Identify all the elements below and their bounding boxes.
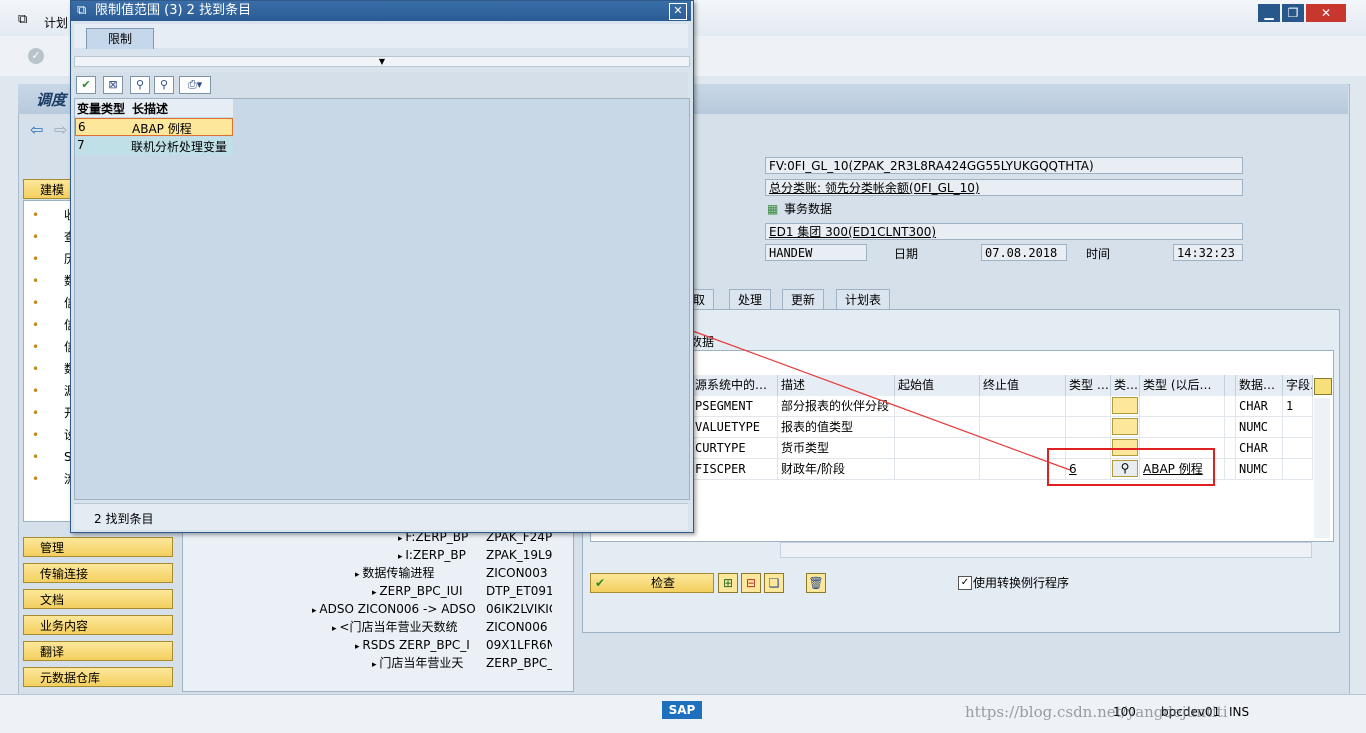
dialog-status-text: 2 找到条目 — [94, 512, 154, 526]
arrow-thin-line — [689, 329, 1071, 471]
dialog-status-bar: 2 找到条目 — [74, 503, 688, 530]
find-next-icon[interactable]: ⚲ — [154, 76, 174, 94]
dialog-icon: ⧉ — [77, 3, 87, 18]
col-long-description[interactable]: 长描述 — [132, 100, 168, 117]
result-desc: ABAP 例程 — [132, 122, 192, 136]
confirm-icon[interactable]: ✔ — [76, 76, 96, 94]
print-icon[interactable]: ⎙▾ — [179, 76, 211, 94]
tab-restrictions[interactable]: 限制 — [86, 28, 154, 49]
result-row[interactable]: 7 联机分析处理变量 — [75, 137, 233, 155]
dialog-close-icon[interactable]: ✕ — [669, 3, 687, 20]
cancel-icon[interactable]: ⊠ — [103, 76, 123, 94]
dialog-titlebar: ⧉ 限制值范围 (3) 2 找到条目 ✕ — [71, 1, 691, 21]
result-desc: 联机分析处理变量 — [131, 140, 228, 154]
dialog-title: 限制值范围 (3) 2 找到条目 — [95, 3, 252, 18]
result-header-row: 变量类型 长描述 — [75, 99, 233, 117]
result-row[interactable]: 6 ABAP 例程 — [75, 118, 233, 136]
dialog-divider-handle[interactable]: ▼ — [74, 56, 690, 67]
col-variable-type[interactable]: 变量类型 — [77, 100, 125, 117]
result-code: 6 — [78, 120, 86, 134]
result-code: 7 — [77, 138, 85, 152]
find-icon[interactable]: ⚲ — [130, 76, 150, 94]
dialog-result-list — [74, 98, 690, 500]
dialog-tab-strip — [74, 24, 688, 48]
